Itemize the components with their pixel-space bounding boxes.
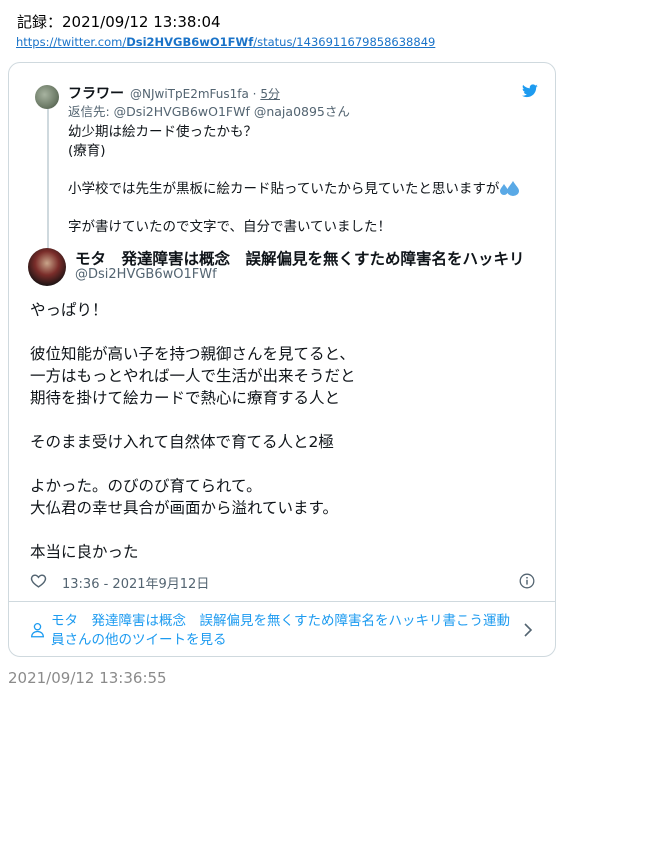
capture-time: 2021/09/12 13:36:55 <box>8 669 167 687</box>
tweet-line <box>30 409 356 431</box>
reply-to-line: 返信先: @Dsi2HVGB6wO1FWf @naja0895さん <box>68 104 350 119</box>
twitter-bird-icon[interactable] <box>522 84 538 98</box>
tweet-line: 彼位知能が高い子を持つ親御さんを見てると、 <box>30 345 355 363</box>
tweet-line <box>30 453 356 475</box>
url-suffix: /status/1436911679858638849 <box>253 35 436 49</box>
person-icon <box>31 622 44 638</box>
sweat-drops-icon <box>500 181 520 196</box>
tweet-line: 期待を掛けて絵カードで熱心に療育する人と <box>30 389 341 407</box>
reply-text-line: 字が書けていたので文字で、自分で書いていました！ <box>68 219 392 235</box>
url-user: Dsi2HVGB6wO1FWf <box>126 35 254 49</box>
tweet-line: 一方はもっとやれば一人で生活が出来そうだと <box>30 367 356 385</box>
reply-author-avatar[interactable] <box>35 85 59 109</box>
heart-icon[interactable] <box>30 572 47 589</box>
tweet-line: やっぱり！ <box>30 301 108 319</box>
tweet-line <box>30 321 356 343</box>
info-icon[interactable] <box>519 573 535 589</box>
separator-dot: · <box>252 87 257 101</box>
main-author-avatar[interactable] <box>28 248 66 286</box>
main-author-name[interactable]: モタ 発達障害は概念 誤解偏見を無くすため障害名をハッキリ <box>75 247 525 269</box>
thread-connector-line <box>47 100 49 264</box>
tweet-line: 本当に良かった <box>30 543 139 561</box>
reply-text-content: 小学校では先生が黒板に絵カード貼っていたから見ていたと思いますが <box>68 181 500 197</box>
chevron-right-icon <box>524 623 533 637</box>
tweet-card: フラワー @NJwiTpE2mFus1fa · 5分 返信先: @Dsi2HVGB… <box>8 62 556 657</box>
tweet-line <box>30 519 356 541</box>
url-prefix: https://twitter.com/ <box>16 35 127 49</box>
more-tweets-link[interactable]: モタ 発達障害は概念 誤解偏見を無くすため障害名をハッキリ書こう運動員さんの他の… <box>9 602 555 656</box>
source-url-link[interactable]: https://twitter.com/Dsi2HVGB6wO1FWf/stat… <box>16 35 435 49</box>
reply-author-line[interactable]: フラワー @NJwiTpE2mFus1fa · 5分 <box>68 83 280 103</box>
tweet-line: よかった。のびのび育てられて。 <box>30 477 262 495</box>
tweet-line: 大仏君の幸せ具合が画面から溢れています。 <box>30 499 338 517</box>
reply-author-handle[interactable]: @NJwiTpE2mFus1fa <box>130 87 249 101</box>
tweet-timestamp[interactable]: 13:36 - 2021年9月12日 <box>62 573 209 592</box>
main-author-handle[interactable]: @Dsi2HVGB6wO1FWf <box>75 267 217 282</box>
reply-time-ago[interactable]: 5分 <box>260 87 280 101</box>
more-tweets-text[interactable]: モタ 発達障害は概念 誤解偏見を無くすため障害名をハッキリ書こう運動員さんの他の… <box>51 612 517 650</box>
reply-text-line: 小学校では先生が黒板に絵カード貼っていたから見ていたと思いますが <box>68 177 520 197</box>
reply-author-name[interactable]: フラワー <box>68 86 124 102</box>
reply-text-line: 幼少期は絵カード使ったかも？ <box>68 124 257 140</box>
reply-text-line: (療育) <box>68 143 106 159</box>
tweet-line: そのまま受け入れて自然体で育てる人と2極 <box>30 433 334 451</box>
main-tweet-body: やっぱり！ 彼位知能が高い子を持つ親御さんを見てると、 一方はもっとやれば一人で… <box>30 299 356 563</box>
record-timestamp: 記録：2021/09/12 13:38:04 <box>17 13 221 31</box>
